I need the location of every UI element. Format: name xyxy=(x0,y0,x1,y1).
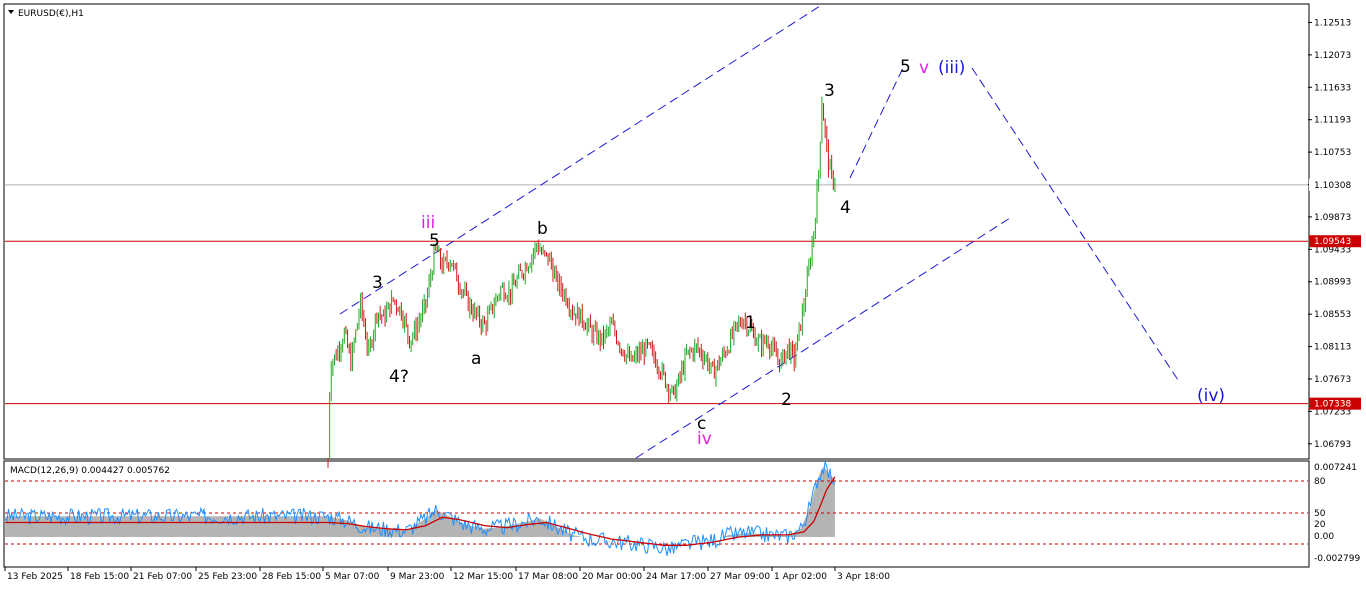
price-axis[interactable]: 1.12513 1.12073 1.11633 1.11193 1.10753 1.103… xyxy=(1308,18,1361,450)
wave-label-v: v xyxy=(919,58,929,78)
price-tick-label: 1.11193 xyxy=(1314,116,1351,126)
price-tick-label: 1.08993 xyxy=(1314,278,1351,288)
wave-label-iv: iv xyxy=(697,429,712,449)
wave-label-5-second: 5 xyxy=(900,57,911,77)
chart-canvas[interactable]: EURUSD(€),H1 MACD(12,26,9) 0.004427 0.00… xyxy=(0,0,1366,588)
macd-tick-label: 80 xyxy=(1314,477,1326,487)
price-tick-label: 1.08113 xyxy=(1314,343,1351,353)
time-tick-label: 12 Mar 15:00 xyxy=(453,572,513,582)
price-tick-label: 1.09873 xyxy=(1314,213,1351,223)
price-tick-label: 1.12073 xyxy=(1314,51,1351,61)
wave-label-big-iii: (iii) xyxy=(938,58,965,78)
macd-tick-label: 0.007241 xyxy=(1314,463,1357,473)
macd-tick-label: 50 xyxy=(1314,509,1326,519)
time-tick-label: 27 Mar 09:00 xyxy=(710,572,770,582)
price-tick-label: 1.07673 xyxy=(1314,375,1351,385)
wave-label-b: b xyxy=(537,219,548,239)
time-tick-label: 25 Feb 23:00 xyxy=(198,572,257,582)
wave-label-5-first: 5 xyxy=(429,231,440,251)
wave-label-3-second: 3 xyxy=(824,81,835,101)
symbol-title: EURUSD(€),H1 xyxy=(18,9,84,19)
macd-tick-label: 0.00 xyxy=(1314,532,1334,542)
price-pane-frame xyxy=(3,3,1310,460)
price-tick-label: 1.08553 xyxy=(1314,310,1351,320)
time-tick-label: 3 Apr 18:00 xyxy=(837,572,890,582)
time-axis[interactable]: 13 Feb 2025 18 Feb 15:00 21 Feb 07:00 25 Fe… xyxy=(4,567,890,582)
resistance-badge: 1.09543 xyxy=(1314,237,1351,247)
time-tick-label: 13 Feb 2025 xyxy=(7,572,63,582)
wave-label-4: 4 xyxy=(840,198,851,218)
macd-axis: 0.007241 80 5020 0.00 -0.002799 xyxy=(1314,463,1360,564)
wave-label-4q: 4? xyxy=(389,367,409,387)
time-tick-label: 28 Feb 15:00 xyxy=(262,572,321,582)
support-badge: 1.07338 xyxy=(1314,400,1351,410)
wave-label-3-first: 3 xyxy=(372,273,383,293)
current-price-badge: 1.10308 xyxy=(1314,181,1351,191)
macd-tick-label: 20 xyxy=(1314,520,1326,530)
wave-label-a: a xyxy=(471,349,481,369)
wave-label-big-iv: (iv) xyxy=(1197,386,1225,406)
time-tick-label: 20 Mar 00:00 xyxy=(582,572,642,582)
time-tick-label: 17 Mar 08:00 xyxy=(518,572,578,582)
time-tick-label: 24 Mar 17:00 xyxy=(646,572,706,582)
chart-window[interactable]: EURUSD(€),H1 MACD(12,26,9) 0.004427 0.00… xyxy=(0,0,1366,588)
time-tick-label: 1 Apr 02:00 xyxy=(774,572,827,582)
price-tick-label: 1.10753 xyxy=(1314,148,1351,158)
wave-label-iii: iii xyxy=(421,213,435,233)
macd-tick-label: -0.002799 xyxy=(1314,554,1360,564)
price-tick-label: 1.12513 xyxy=(1314,18,1351,28)
time-tick-label: 5 Mar 07:00 xyxy=(325,572,380,582)
time-tick-label: 9 Mar 23:00 xyxy=(390,572,445,582)
wave-label-2: 2 xyxy=(781,390,792,410)
macd-title: MACD(12,26,9) 0.004427 0.005762 xyxy=(10,466,170,476)
wave-label-1: 1 xyxy=(745,313,756,333)
price-tick-label: 1.11633 xyxy=(1314,83,1351,93)
time-tick-label: 18 Feb 15:00 xyxy=(70,572,129,582)
time-tick-label: 21 Feb 07:00 xyxy=(133,572,192,582)
price-tick-label: 1.06793 xyxy=(1314,440,1351,450)
